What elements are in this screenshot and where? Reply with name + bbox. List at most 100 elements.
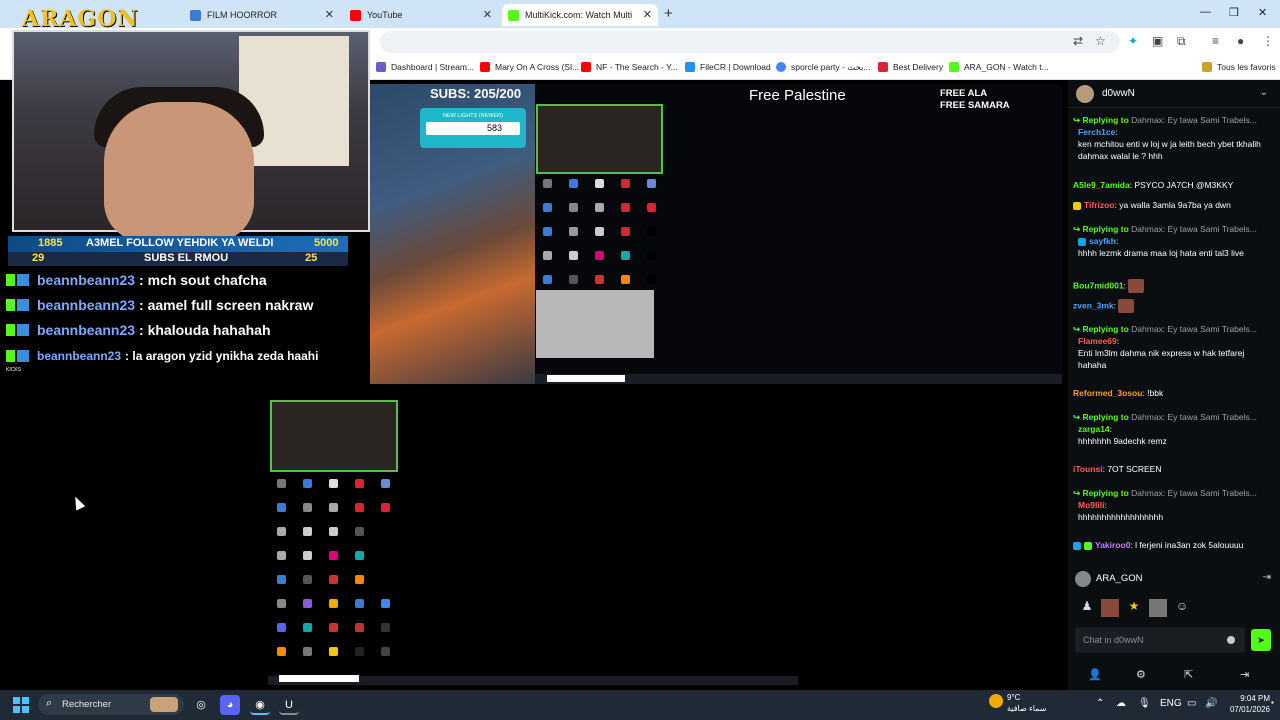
bookmark-best-delivery[interactable]: Best Delivery: [878, 60, 943, 74]
add-user-icon[interactable]: 👤: [1088, 668, 1102, 681]
overlay-chat-user: beannbeann23: [37, 272, 136, 288]
close-icon[interactable]: ✕: [325, 8, 334, 21]
screenshot-icon[interactable]: ▣: [1152, 34, 1163, 48]
maximize-icon[interactable]: ❐: [1229, 6, 1239, 19]
bookmark-label: FileCR | Download: [700, 62, 771, 72]
settings-gear-icon[interactable]: ⚙: [1136, 668, 1146, 681]
bookmark-star-icon[interactable]: ☆: [1095, 34, 1106, 48]
chat-username[interactable]: Yakiroo0: [1095, 540, 1130, 550]
task-view-icon[interactable]: ◎: [191, 695, 211, 715]
taskbar-clock[interactable]: 9:04 PM 07/01/2026: [1226, 693, 1270, 715]
bookmark-label: Tous les favoris: [1217, 62, 1276, 72]
kick-badge-icon: [6, 299, 15, 311]
show-hidden-icons[interactable]: ⌃: [1096, 698, 1104, 709]
chevron-down-icon[interactable]: ⌄: [1260, 87, 1268, 98]
bookmark-dashboard[interactable]: Dashboard | Stream...: [376, 60, 474, 74]
wall-poster: [239, 36, 349, 166]
chat-username[interactable]: zven_3mk: [1073, 300, 1114, 310]
send-button[interactable]: ➤: [1251, 629, 1271, 651]
exit-icon[interactable]: ⇥: [1263, 572, 1271, 583]
emote-icon[interactable]: ☺: [1173, 599, 1191, 617]
tab-title: YouTube: [367, 10, 403, 20]
chrome-icon[interactable]: ◉: [250, 695, 270, 715]
new-tab-button[interactable]: +: [664, 5, 673, 22]
bookmark-nf-the-search[interactable]: NF - The Search - Y...: [581, 60, 678, 74]
bookmark-sporcle[interactable]: sporcle party - بحث...: [776, 60, 871, 74]
chat-username[interactable]: iTounsi: [1073, 464, 1103, 474]
emote-icon[interactable]: [1101, 599, 1119, 617]
chat-message: ↪ Replying to Dahmax: Ey tawa Sami Trabe…: [1073, 114, 1273, 162]
tab-title: FILM HOORROR: [207, 10, 278, 20]
youtube-icon: [350, 9, 361, 21]
emote-icon: [1118, 299, 1135, 313]
chat-input-placeholder: Chat in d0wwN: [1083, 635, 1144, 645]
badge-icon: [1073, 541, 1081, 550]
chat-header[interactable]: d0wwN ⌄: [1068, 80, 1280, 108]
chat-username[interactable]: Bou7mid001: [1073, 280, 1124, 290]
emoji-icon[interactable]: [1227, 636, 1235, 644]
chat-username[interactable]: A5le9_7amida: [1073, 180, 1130, 190]
translate-icon[interactable]: ⇄: [1073, 34, 1083, 48]
reply-user: Dahmax:: [1131, 324, 1166, 334]
close-icon[interactable]: ✕: [643, 8, 652, 21]
volume-icon[interactable]: 🔊: [1205, 698, 1217, 709]
microphone-icon[interactable]: 🎙: [1138, 698, 1151, 709]
overlay-chat-user: beannbeann23: [37, 297, 136, 313]
chat-username[interactable]: Tifrizoo: [1084, 200, 1115, 210]
bookmark-label: NF - The Search - Y...: [596, 62, 678, 72]
tab-film-hoorror[interactable]: FILM HOORROR ✕: [184, 4, 340, 26]
profile-icon[interactable]: ●: [1237, 34, 1244, 48]
network-icon[interactable]: ▭: [1187, 698, 1196, 709]
search-icon: ⌕: [46, 697, 53, 709]
taskbar-search[interactable]: ⌕ Rechercher: [38, 694, 184, 715]
chat-username[interactable]: sayfkh: [1089, 236, 1116, 246]
chat-username[interactable]: Ferch1ce: [1078, 127, 1115, 137]
onedrive-cloud-icon[interactable]: ☁: [1116, 698, 1126, 709]
bookmark-aragon[interactable]: ARA_GON - Watch t...: [949, 60, 1049, 74]
chat-username[interactable]: Mo9lili: [1078, 500, 1104, 510]
clock-date: 07/01/2026: [1229, 705, 1270, 714]
bookmark-mary-on-a-cross[interactable]: Mary On A Cross (Sl...: [480, 60, 579, 74]
reply-preview: Ey tawa Sami Trabels...: [1167, 224, 1257, 234]
chat-text: hhhhhhh 9adechk remz: [1078, 436, 1167, 446]
close-icon[interactable]: ✕: [483, 8, 492, 21]
windows-start-icon[interactable]: [13, 697, 29, 713]
overlay-chat-line: beannbeann23: aamel full screen nakraw: [6, 294, 313, 316]
tab-title: MultiKick.com: Watch Multi: [525, 10, 633, 20]
chat-username[interactable]: zarga14: [1078, 424, 1110, 434]
language-indicator[interactable]: ENG: [1160, 698, 1182, 709]
emote-icon[interactable]: [1149, 599, 1167, 617]
chat-input[interactable]: Chat in d0wwN: [1075, 627, 1245, 653]
extensions-puzzle-icon[interactable]: ⧉: [1177, 34, 1186, 49]
media-control-icon[interactable]: ≡: [1212, 34, 1219, 48]
weather-icon: [989, 694, 1003, 708]
bookmark-icon: [878, 62, 888, 72]
overlay-chat-message: : aamel full screen nakraw: [139, 297, 314, 313]
current-user-row: ARA_GON ⇥: [1075, 570, 1275, 588]
minimize-icon[interactable]: —: [1200, 6, 1211, 18]
chat-text: !bbk: [1147, 388, 1164, 398]
tab-multikick[interactable]: MultiKick.com: Watch Multi ✕: [502, 4, 658, 26]
google-icon: [776, 62, 786, 72]
user-avatar: [1075, 571, 1091, 587]
chat-username[interactable]: Reformed_3osou: [1073, 388, 1142, 398]
unreal-app-icon[interactable]: U: [279, 695, 299, 715]
discord-icon[interactable]: ◕: [220, 695, 240, 715]
leave-icon[interactable]: ⇥: [1240, 668, 1249, 681]
bookmark-label: sporcle party - بحث...: [791, 61, 871, 72]
share-icon[interactable]: ⇱: [1184, 668, 1193, 681]
extension-icon[interactable]: ✦: [1128, 34, 1138, 48]
emote-icon[interactable]: ♟: [1078, 599, 1096, 617]
bookmark-filecr[interactable]: FileCR | Download: [685, 60, 771, 74]
tab-youtube[interactable]: YouTube ✕: [344, 4, 498, 26]
star-icon[interactable]: ★: [1125, 599, 1143, 617]
all-bookmarks[interactable]: Tous les favoris: [1202, 60, 1276, 74]
chat-username[interactable]: Flamee69: [1078, 336, 1117, 346]
window-close-icon[interactable]: ✕: [1258, 6, 1267, 19]
menu-kebab-icon[interactable]: ⋮: [1262, 34, 1274, 48]
address-bar[interactable]: [380, 31, 1120, 53]
notification-icon[interactable]: ▪: [1271, 698, 1274, 707]
new-lights-label: NEW LIGHTS (NEWER): [443, 113, 503, 119]
free-palestine-text: Free Palestine: [749, 87, 846, 104]
weather-widget[interactable]: 9°C سماء صافية: [989, 692, 1047, 714]
